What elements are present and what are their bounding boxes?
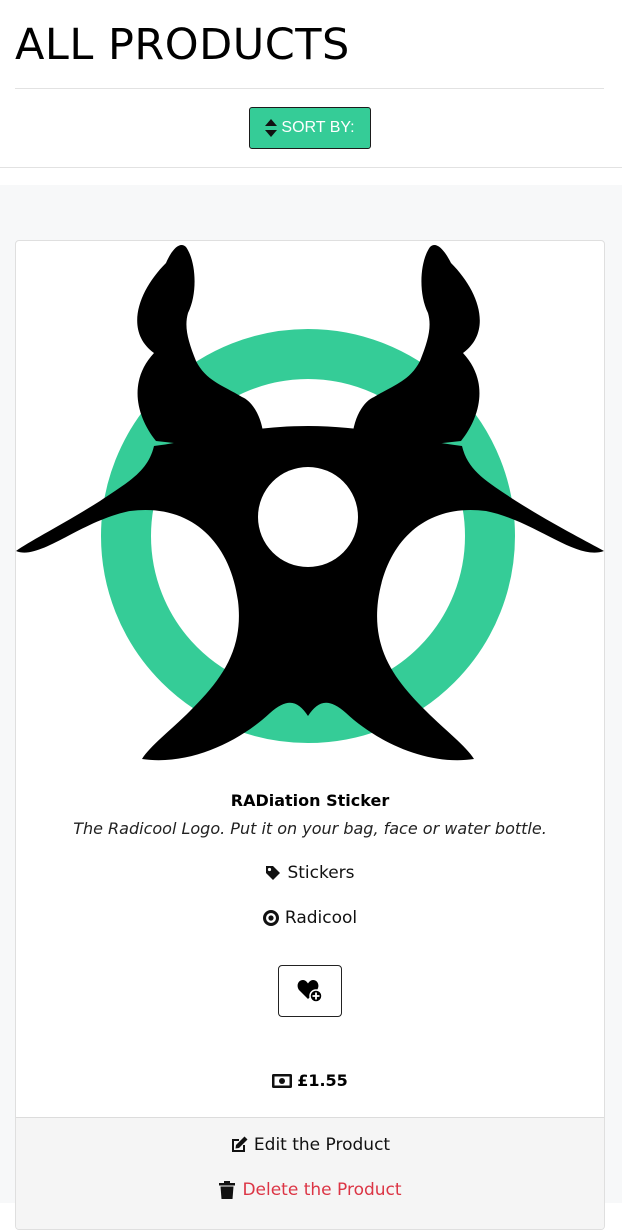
sort-icon [265, 119, 277, 137]
page-title: ALL PRODUCTS [15, 18, 350, 72]
add-to-wishlist-button[interactable] [278, 965, 342, 1017]
sort-by-button[interactable]: SORT BY: [249, 107, 371, 149]
product-image[interactable] [16, 241, 604, 771]
brand-label: Radicool [285, 908, 357, 928]
page-header: ALL PRODUCTS SORT BY: [0, 0, 622, 185]
money-bill-icon [272, 1074, 292, 1088]
product-list: RADiation Sticker The Radicool Logo. Put… [0, 185, 622, 1203]
edit-product-link[interactable]: Edit the Product [16, 1135, 604, 1155]
trash-icon [218, 1181, 236, 1199]
tag-icon [265, 865, 281, 881]
product-name[interactable]: RADiation Sticker [16, 791, 604, 810]
price-value: £1.55 [297, 1071, 348, 1090]
bullseye-icon [263, 910, 279, 926]
product-admin-actions: Edit the Product Delete the Product [16, 1117, 604, 1229]
product-price: £1.55 [16, 1071, 604, 1090]
biohazard-icon [16, 245, 604, 760]
category-label: Stickers [287, 863, 354, 883]
header-divider [0, 167, 622, 168]
heart-plus-icon [297, 979, 323, 1003]
edit-icon [230, 1136, 248, 1154]
delete-product-label: Delete the Product [242, 1180, 401, 1200]
product-brand[interactable]: Radicool [16, 908, 604, 928]
product-card: RADiation Sticker The Radicool Logo. Put… [15, 240, 605, 1230]
sort-by-label: SORT BY: [281, 119, 354, 137]
product-description: The Radicool Logo. Put it on your bag, f… [16, 819, 604, 838]
product-category[interactable]: Stickers [16, 863, 604, 883]
edit-product-label: Edit the Product [254, 1135, 390, 1155]
title-divider [15, 88, 604, 89]
delete-product-link[interactable]: Delete the Product [16, 1180, 604, 1200]
